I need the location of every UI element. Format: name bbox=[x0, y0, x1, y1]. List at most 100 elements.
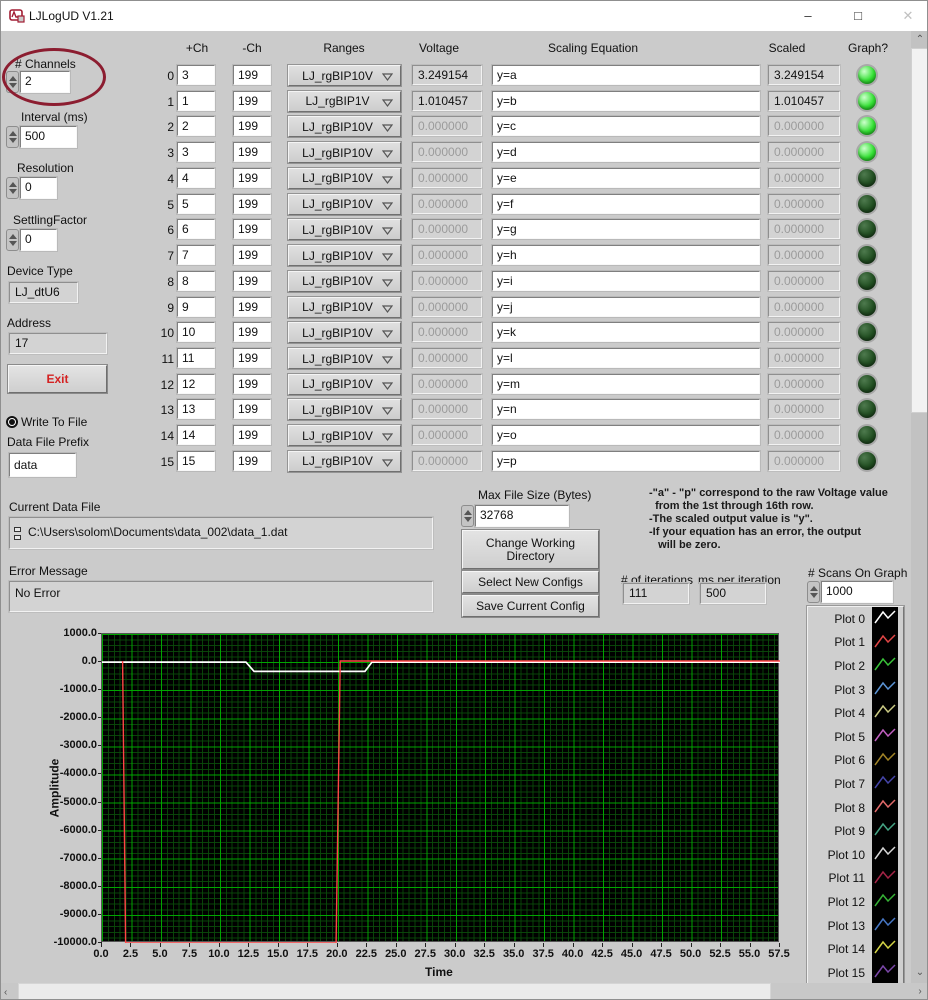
neg-channel-input[interactable]: 199 bbox=[233, 142, 271, 162]
horizontal-scrollbar[interactable]: ‹ bbox=[1, 983, 911, 1000]
close-button[interactable]: ✕ bbox=[885, 1, 928, 31]
scaling-equation-input[interactable]: y=m bbox=[492, 374, 760, 394]
legend-item[interactable]: Plot 9 bbox=[812, 819, 898, 843]
neg-channel-input[interactable]: 199 bbox=[233, 91, 271, 111]
scaling-equation-input[interactable]: y=b bbox=[492, 91, 760, 111]
range-dropdown[interactable]: LJ_rgBIP10V bbox=[288, 142, 401, 163]
range-dropdown[interactable]: LJ_rgBIP10V bbox=[288, 271, 401, 292]
maximize-button[interactable]: □ bbox=[835, 1, 881, 31]
range-dropdown[interactable]: LJ_rgBIP10V bbox=[288, 65, 401, 86]
legend-item[interactable]: Plot 14 bbox=[812, 937, 898, 961]
graph-led[interactable] bbox=[858, 272, 876, 290]
graph-led[interactable] bbox=[858, 66, 876, 84]
graph-led[interactable] bbox=[858, 117, 876, 135]
legend-item[interactable]: Plot 15 bbox=[812, 961, 898, 985]
scaling-equation-input[interactable]: y=a bbox=[492, 65, 760, 85]
graph-led[interactable] bbox=[858, 400, 876, 418]
settling-factor-input[interactable]: 0 bbox=[20, 229, 57, 251]
pos-channel-input[interactable]: 5 bbox=[177, 194, 215, 214]
legend-item[interactable]: Plot 8 bbox=[812, 796, 898, 820]
range-dropdown[interactable]: LJ_rgBIP10V bbox=[288, 245, 401, 266]
pos-channel-input[interactable]: 8 bbox=[177, 271, 215, 291]
pos-channel-input[interactable]: 7 bbox=[177, 245, 215, 265]
pos-channel-input[interactable]: 11 bbox=[177, 348, 215, 368]
legend-item[interactable]: Plot 13 bbox=[812, 914, 898, 938]
pos-channel-input[interactable]: 4 bbox=[177, 168, 215, 188]
pos-channel-input[interactable]: 3 bbox=[177, 142, 215, 162]
scaling-equation-input[interactable]: y=g bbox=[492, 219, 760, 239]
neg-channel-input[interactable]: 199 bbox=[233, 451, 271, 471]
graph-led[interactable] bbox=[858, 143, 876, 161]
neg-channel-input[interactable]: 199 bbox=[233, 322, 271, 342]
graph-led[interactable] bbox=[858, 195, 876, 213]
graph-led[interactable] bbox=[858, 323, 876, 341]
scans-on-graph-input[interactable]: 1000 bbox=[821, 581, 893, 603]
range-dropdown[interactable]: LJ_rgBIP10V bbox=[288, 374, 401, 395]
graph-led[interactable] bbox=[858, 452, 876, 470]
vertical-scrollbar[interactable]: ⌃ ⌄ bbox=[911, 31, 928, 983]
graph-led[interactable] bbox=[858, 246, 876, 264]
legend-item[interactable]: Plot 2 bbox=[812, 654, 898, 678]
channels-input[interactable]: 2 bbox=[20, 71, 70, 93]
graph-led[interactable] bbox=[858, 220, 876, 238]
horizontal-scroll-thumb[interactable] bbox=[18, 983, 771, 1000]
scaling-equation-input[interactable]: y=f bbox=[492, 194, 760, 214]
legend-item[interactable]: Plot 10 bbox=[812, 843, 898, 867]
graph-led[interactable] bbox=[858, 92, 876, 110]
select-new-configs-button[interactable]: Select New Configs bbox=[462, 571, 599, 593]
range-dropdown[interactable]: LJ_rgBIP10V bbox=[288, 425, 401, 446]
range-dropdown[interactable]: LJ_rgBIP10V bbox=[288, 168, 401, 189]
legend-item[interactable]: Plot 11 bbox=[812, 867, 898, 891]
legend-item[interactable]: Plot 7 bbox=[812, 772, 898, 796]
resolution-input[interactable]: 0 bbox=[20, 177, 57, 199]
scaling-equation-input[interactable]: y=k bbox=[492, 322, 760, 342]
neg-channel-input[interactable]: 199 bbox=[233, 116, 271, 136]
scaling-equation-input[interactable]: y=l bbox=[492, 348, 760, 368]
scaling-equation-input[interactable]: y=e bbox=[492, 168, 760, 188]
neg-channel-input[interactable]: 199 bbox=[233, 219, 271, 239]
neg-channel-input[interactable]: 199 bbox=[233, 271, 271, 291]
legend-item[interactable]: Plot 4 bbox=[812, 701, 898, 725]
legend-item[interactable]: Plot 3 bbox=[812, 678, 898, 702]
legend-item[interactable]: Plot 0 bbox=[812, 607, 898, 631]
waveform-graph[interactable] bbox=[101, 633, 779, 942]
range-dropdown[interactable]: LJ_rgBIP10V bbox=[288, 297, 401, 318]
range-dropdown[interactable]: LJ_rgBIP10V bbox=[288, 451, 401, 472]
scaling-equation-input[interactable]: y=c bbox=[492, 116, 760, 136]
write-to-file-radio[interactable] bbox=[6, 416, 18, 428]
scans-on-graph-spinner[interactable] bbox=[807, 581, 820, 603]
graph-led[interactable] bbox=[858, 298, 876, 316]
range-dropdown[interactable]: LJ_rgBIP10V bbox=[288, 322, 401, 343]
pos-channel-input[interactable]: 15 bbox=[177, 451, 215, 471]
neg-channel-input[interactable]: 199 bbox=[233, 348, 271, 368]
range-dropdown[interactable]: LJ_rgBIP1V bbox=[288, 91, 401, 112]
neg-channel-input[interactable]: 199 bbox=[233, 65, 271, 85]
device-type-field[interactable]: LJ_dtU6 bbox=[9, 282, 78, 303]
neg-channel-input[interactable]: 199 bbox=[233, 399, 271, 419]
save-current-config-button[interactable]: Save Current Config bbox=[462, 595, 599, 617]
range-dropdown[interactable]: LJ_rgBIP10V bbox=[288, 116, 401, 137]
max-file-size-input[interactable]: 32768 bbox=[475, 505, 569, 527]
pos-channel-input[interactable]: 13 bbox=[177, 399, 215, 419]
channels-spinner[interactable] bbox=[6, 71, 19, 93]
scroll-left-icon[interactable]: ‹ bbox=[4, 987, 7, 998]
scroll-down-icon[interactable]: ⌄ bbox=[911, 967, 928, 978]
scaling-equation-input[interactable]: y=i bbox=[492, 271, 760, 291]
pos-channel-input[interactable]: 14 bbox=[177, 425, 215, 445]
scaling-equation-input[interactable]: y=p bbox=[492, 451, 760, 471]
legend-item[interactable]: Plot 6 bbox=[812, 749, 898, 773]
scroll-up-icon[interactable]: ⌃ bbox=[911, 34, 928, 45]
neg-channel-input[interactable]: 199 bbox=[233, 425, 271, 445]
neg-channel-input[interactable]: 199 bbox=[233, 168, 271, 188]
address-field[interactable]: 17 bbox=[9, 333, 107, 354]
vertical-scroll-thumb[interactable] bbox=[911, 48, 928, 413]
graph-led[interactable] bbox=[858, 169, 876, 187]
resolution-spinner[interactable] bbox=[6, 177, 19, 199]
neg-channel-input[interactable]: 199 bbox=[233, 245, 271, 265]
scaling-equation-input[interactable]: y=n bbox=[492, 399, 760, 419]
legend-item[interactable]: Plot 1 bbox=[812, 631, 898, 655]
pos-channel-input[interactable]: 6 bbox=[177, 219, 215, 239]
graph-led[interactable] bbox=[858, 349, 876, 367]
legend-item[interactable]: Plot 12 bbox=[812, 890, 898, 914]
pos-channel-input[interactable]: 9 bbox=[177, 297, 215, 317]
